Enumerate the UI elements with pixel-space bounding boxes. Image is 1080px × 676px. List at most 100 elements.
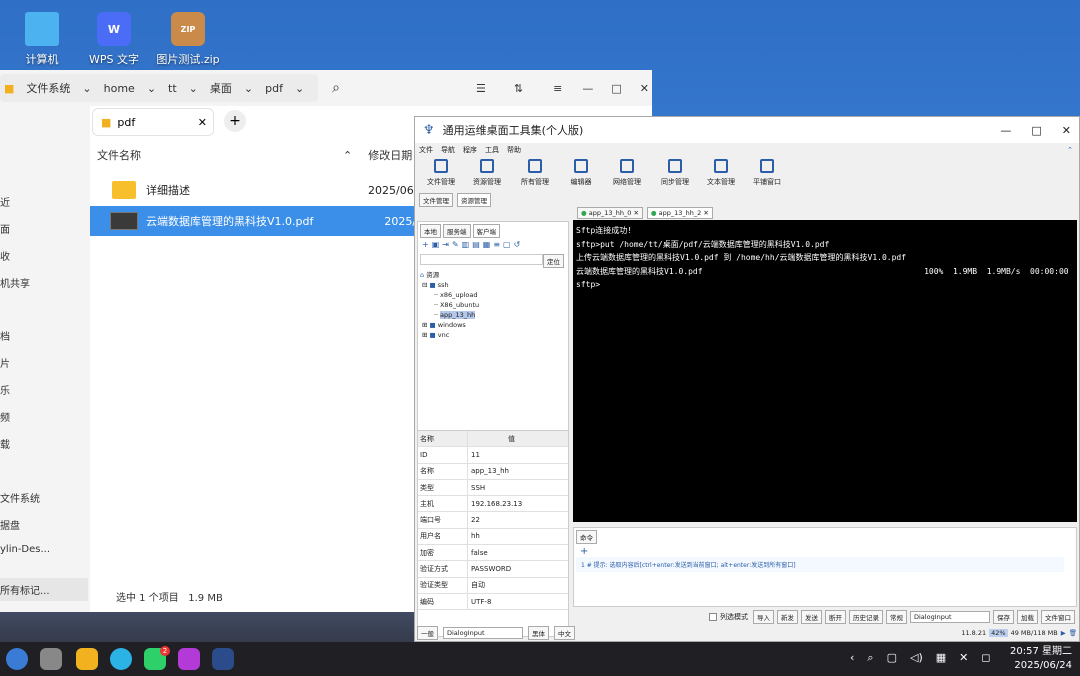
import-button[interactable]: 导入 <box>753 609 774 624</box>
chevron-left-icon[interactable]: ‹ <box>850 651 854 665</box>
chevron-down-icon[interactable]: ⌄ <box>295 82 304 95</box>
menu-help[interactable]: 帮助 <box>507 145 521 155</box>
add-tab-icon[interactable]: + <box>224 110 246 132</box>
toolbar-editor[interactable]: 编辑器 <box>561 159 601 187</box>
toolbar-text[interactable]: 文本管理 <box>701 159 741 187</box>
terminal-tab[interactable]: ● app_13_hh_0 ✕ <box>577 207 643 219</box>
chevron-down-icon[interactable]: ⌄ <box>189 82 198 95</box>
load-button[interactable]: 加载 <box>1017 609 1038 624</box>
file-manager-app-icon[interactable] <box>76 648 98 670</box>
crumb-home[interactable]: home <box>104 82 135 95</box>
search-icon[interactable]: ⌕ <box>332 80 340 96</box>
sidebar-item[interactable]: 频 <box>0 409 10 424</box>
tree-search-input[interactable] <box>420 254 543 265</box>
sidebar-item[interactable]: ylin-Des... <box>0 544 50 555</box>
crumb-filesystem[interactable]: 文件系统 <box>26 80 70 96</box>
toolbar-tile[interactable]: 平铺窗口 <box>747 159 787 187</box>
column-mode-checkbox[interactable] <box>709 612 717 621</box>
toolbar-network[interactable]: 网络管理 <box>607 159 647 187</box>
close-icon[interactable]: ✕ <box>198 116 207 129</box>
command-editor[interactable]: 1 # 提示: 选取内容后[ctrl+enter:发送到当前窗口; alt+en… <box>576 557 1064 572</box>
toolbar-all-mgmt[interactable]: 所有管理 <box>515 159 555 187</box>
tab-file-mgmt[interactable]: 文件管理 <box>419 193 453 207</box>
tab-client[interactable]: 客户端 <box>472 224 500 238</box>
trash-icon[interactable]: 🗑 <box>1069 629 1077 637</box>
sort-icon[interactable]: ⇅ <box>514 82 523 95</box>
menu-tools[interactable]: 工具 <box>485 145 499 155</box>
chevron-down-icon[interactable]: ⌄ <box>244 82 253 95</box>
close-icon[interactable]: ✕ <box>1062 124 1071 137</box>
play-icon[interactable]: ▶ <box>1061 629 1066 637</box>
tab-pdf[interactable]: ■ pdf ✕ <box>92 108 214 136</box>
tab-server[interactable]: 服务端 <box>443 224 471 238</box>
minimize-icon[interactable]: — <box>1000 124 1011 137</box>
tree-node[interactable]: ┈ X86_ubuntu <box>420 300 568 310</box>
crumb-pdf[interactable]: pdf <box>265 82 283 95</box>
column-name[interactable]: 文件名称 <box>97 147 141 163</box>
language-select[interactable]: 中文 <box>554 626 575 640</box>
start-menu-icon[interactable] <box>6 648 28 670</box>
editor-app-icon[interactable] <box>178 648 200 670</box>
level-select[interactable]: 一般 <box>417 626 438 640</box>
tree-node[interactable]: ⊟ ■ ssh <box>420 280 568 290</box>
crumb-tt[interactable]: tt <box>168 82 177 95</box>
sidebar-item[interactable]: 档 <box>0 328 10 343</box>
disconnect-button[interactable]: 断开 <box>825 609 846 624</box>
sidebar-item[interactable]: 载 <box>0 436 10 451</box>
sidebar-item[interactable]: 据盘 <box>0 517 20 532</box>
menu-nav[interactable]: 导航 <box>441 145 455 155</box>
chevron-down-icon[interactable]: ⌄ <box>82 82 91 95</box>
terminal-tab-active[interactable]: ● app_13_hh_2 ✕ <box>646 207 713 219</box>
browser-app-icon[interactable] <box>110 648 132 670</box>
locate-button[interactable]: 定位 <box>543 254 564 268</box>
font-select[interactable]: 黑体 <box>528 626 549 640</box>
desktop-icon-zip[interactable]: ZIP 图片测试.zip <box>146 12 230 67</box>
save-button[interactable]: 保存 <box>993 609 1014 624</box>
maximize-icon[interactable]: □ <box>611 82 621 95</box>
sidebar-item[interactable]: 收 <box>0 248 10 263</box>
sidebar-item[interactable]: 所有标记... <box>0 578 88 601</box>
chevron-down-icon[interactable]: ⌄ <box>147 82 156 95</box>
clipboard-icon[interactable]: ▢ <box>887 651 897 665</box>
sidebar-item[interactable]: 近 <box>0 194 10 209</box>
sidebar-item[interactable]: 片 <box>0 355 10 370</box>
add-command-icon[interactable]: + <box>574 546 1076 557</box>
file-window-button[interactable]: 文件窗口 <box>1041 609 1075 624</box>
terminal[interactable]: Sftp连接成功! sftp>put /home/tt/桌面/pdf/云端数据库… <box>573 220 1077 522</box>
tab-command[interactable]: 命令 <box>576 530 597 544</box>
tree-node[interactable]: ┈ app_13_hh <box>420 310 568 320</box>
font-family-select[interactable]: DialogInput <box>443 627 523 639</box>
tree-node[interactable]: ┈ x86_upload <box>420 290 568 300</box>
font-select[interactable]: DialogInput <box>910 610 990 623</box>
network-off-icon[interactable]: ✕ <box>959 651 968 665</box>
tree-node[interactable]: ⊞ ■ vnc <box>420 330 568 340</box>
send-button[interactable]: 发送 <box>801 609 822 624</box>
tree-node[interactable]: ⊞ ■ windows <box>420 320 568 330</box>
sidebar-item[interactable]: 乐 <box>0 382 10 397</box>
toolbar-resource-mgmt[interactable]: 资源管理 <box>467 159 507 187</box>
view-list-icon[interactable]: ☰ <box>476 82 486 95</box>
tree-node[interactable]: ⌂ 资源 <box>420 270 568 280</box>
toolbar-sync[interactable]: 同步管理 <box>655 159 695 187</box>
column-date[interactable]: 修改日期 <box>368 147 412 163</box>
sidebar-item[interactable]: 机共享 <box>0 275 30 290</box>
message-icon[interactable]: ◻ <box>981 651 990 665</box>
new-send-button[interactable]: 新发 <box>777 609 798 624</box>
crumb-desktop[interactable]: 桌面 <box>210 80 232 96</box>
volume-icon[interactable]: ◁) <box>910 651 923 665</box>
tab-local[interactable]: 本地 <box>420 224 441 238</box>
input-method-icon[interactable]: ▦ <box>936 651 946 665</box>
minimize-icon[interactable]: — <box>582 82 593 95</box>
menu-program[interactable]: 程序 <box>463 145 477 155</box>
collapse-icon[interactable]: ⌃ <box>1067 146 1073 154</box>
ops-tool-app-icon[interactable] <box>212 648 234 670</box>
tab-resource-mgmt[interactable]: 资源管理 <box>457 193 491 207</box>
sidebar-item[interactable]: 文件系统 <box>0 490 40 505</box>
more-icon[interactable]: ≡ <box>553 82 562 95</box>
clock[interactable]: 20:57 星期二 2025/06/24 <box>1010 645 1072 673</box>
maximize-icon[interactable]: □ <box>1031 124 1041 137</box>
multitask-icon[interactable] <box>40 648 62 670</box>
normal-select[interactable]: 常规 <box>886 609 907 624</box>
close-icon[interactable]: ✕ <box>640 82 649 95</box>
desktop-icon-wps[interactable]: W WPS 文字 <box>72 12 156 67</box>
